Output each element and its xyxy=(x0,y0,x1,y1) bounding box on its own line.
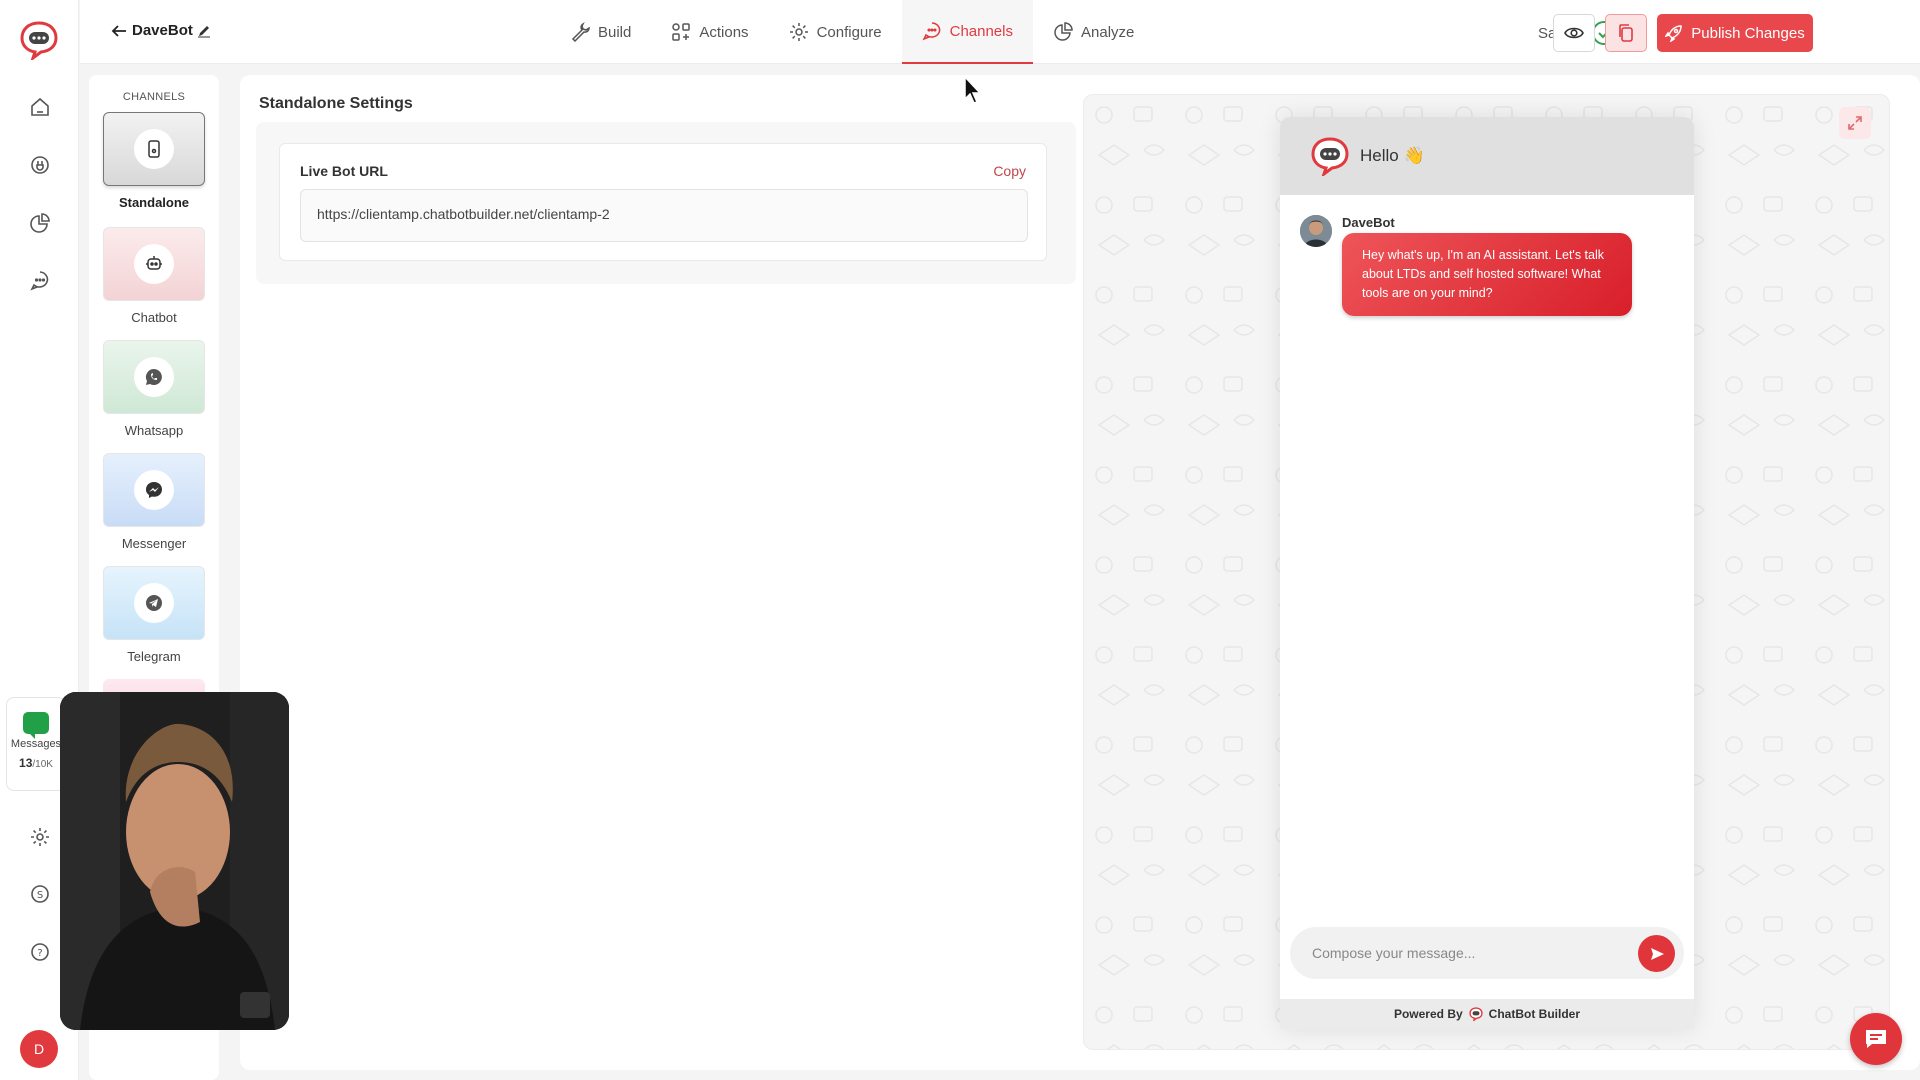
main-tabs: Build Actions Configure Channels Analyze xyxy=(550,0,1154,64)
tab-analyze[interactable]: Analyze xyxy=(1033,0,1154,64)
messages-icon xyxy=(23,712,49,739)
chat-header: Hello 👋 xyxy=(1280,117,1694,195)
brand-logo-icon xyxy=(1469,1007,1483,1021)
help-icon[interactable]: ? xyxy=(26,938,54,966)
wrench-icon xyxy=(571,22,590,42)
copy-bot-button[interactable] xyxy=(1605,14,1647,52)
integrations-icon[interactable] xyxy=(26,151,54,179)
live-bot-url-label: Live Bot URL xyxy=(300,163,388,179)
messages-usage-card[interactable]: Messages 13/10K xyxy=(6,697,66,791)
phone-icon xyxy=(148,140,160,158)
analytics-icon[interactable] xyxy=(26,209,54,237)
billing-icon[interactable]: S xyxy=(26,880,54,908)
support-chat-button[interactable] xyxy=(1850,1013,1902,1065)
send-icon xyxy=(1650,947,1664,960)
mouse-cursor xyxy=(964,75,982,104)
edit-pencil-icon[interactable] xyxy=(197,24,211,38)
expand-icon xyxy=(1848,116,1862,130)
live-bot-url-card: Live Bot URL Copy https://clientamp.chat… xyxy=(279,143,1047,261)
preview-button[interactable] xyxy=(1553,14,1595,52)
bot-name: DaveBot xyxy=(132,22,193,39)
channel-whatsapp[interactable]: Whatsapp xyxy=(103,340,205,438)
svg-text:?: ? xyxy=(37,948,42,959)
tab-channels[interactable]: Channels xyxy=(901,0,1033,64)
tab-actions[interactable]: Actions xyxy=(651,0,768,64)
messenger-icon xyxy=(146,482,162,498)
rocket-icon xyxy=(1665,25,1683,42)
copy-url-link[interactable]: Copy xyxy=(993,163,1026,179)
gear-icon xyxy=(789,23,808,41)
messages-label: Messages xyxy=(10,738,62,750)
back-button[interactable]: DaveBot xyxy=(110,22,211,39)
pie-chart-icon xyxy=(1054,22,1073,41)
webcam-overlay xyxy=(60,692,289,1030)
copy-icon xyxy=(1619,24,1633,42)
chat-icon[interactable] xyxy=(26,266,54,294)
channels-icon xyxy=(922,22,940,41)
bot-message-sender: DaveBot xyxy=(1342,215,1395,230)
robot-icon xyxy=(146,256,162,270)
channel-chatbot[interactable]: Chatbot xyxy=(103,227,205,325)
channel-standalone[interactable]: Standalone xyxy=(103,112,205,210)
settings-gear-icon[interactable] xyxy=(26,823,54,851)
live-bot-url-field[interactable]: https://clientamp.chatbotbuilder.net/cli… xyxy=(300,189,1028,242)
publish-changes-button[interactable]: Publish Changes xyxy=(1657,14,1813,52)
compose-input[interactable]: Compose your message... xyxy=(1290,927,1684,979)
home-icon[interactable] xyxy=(26,93,54,121)
send-button[interactable] xyxy=(1638,935,1675,972)
compose-placeholder: Compose your message... xyxy=(1312,945,1476,961)
actions-icon xyxy=(672,23,691,41)
bot-logo-icon xyxy=(1311,137,1349,176)
messages-count: 13/10K xyxy=(19,756,53,770)
telegram-icon xyxy=(146,595,162,611)
chat-greeting: Hello 👋 xyxy=(1360,146,1425,165)
bot-avatar xyxy=(1300,215,1332,247)
chat-widget: Hello 👋 DaveBot Hey what's up, I'm an AI… xyxy=(1280,117,1694,1029)
app-logo-icon[interactable] xyxy=(19,20,59,60)
expand-button[interactable] xyxy=(1839,107,1871,139)
chat-bubble-icon xyxy=(1866,1030,1886,1048)
tab-configure[interactable]: Configure xyxy=(769,0,902,64)
back-arrow-icon xyxy=(111,24,126,37)
bot-message-bubble: Hey what's up, I'm an AI assistant. Let'… xyxy=(1342,233,1632,316)
eye-icon xyxy=(1564,27,1584,39)
channel-telegram[interactable]: Telegram xyxy=(103,566,205,664)
powered-by-footer: Powered By ChatBot Builder xyxy=(1280,999,1694,1029)
settings-title: Standalone Settings xyxy=(259,95,413,112)
whatsapp-icon xyxy=(145,368,162,385)
channels-header: CHANNELS xyxy=(122,91,186,103)
channel-messenger[interactable]: Messenger xyxy=(103,453,205,551)
user-avatar[interactable]: D xyxy=(20,1030,58,1068)
svg-text:S: S xyxy=(37,890,43,901)
tab-build[interactable]: Build xyxy=(550,0,651,64)
